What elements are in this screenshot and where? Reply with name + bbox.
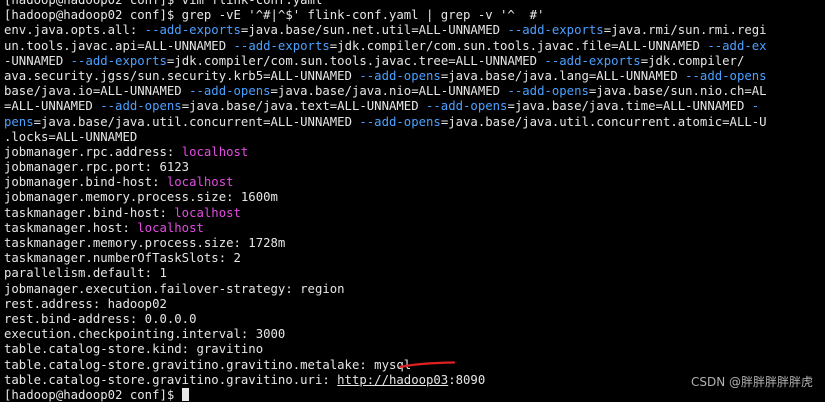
terminal-text: =java.base/java.text=ALL-UNNAMED: [181, 99, 426, 114]
terminal-text: =java.base/java.util.concurrent=ALL-UNNA…: [33, 114, 360, 129]
terminal-line: taskmanager.bind-host: localhost: [4, 206, 825, 221]
terminal-text: table.catalog-store.kind: gravitino: [4, 342, 264, 357]
terminal-line: env.java.opts.all: --add-exports=java.ba…: [4, 23, 825, 38]
terminal-text: taskmanager.numberOfTaskSlots: 2: [4, 251, 241, 266]
terminal-text: =java.rmi/sun.rmi.regi: [603, 23, 767, 38]
terminal-line: jobmanager.bind-host: localhost: [4, 175, 825, 190]
terminal-text: [hadoop@hadoop02 conf]$ grep -vE '^#|^$'…: [4, 8, 545, 23]
terminal-line: -UNNAMED --add-exports=jdk.compiler/com.…: [4, 54, 825, 69]
terminal-text: :8090: [448, 372, 486, 387]
terminal-line: execution.checkpointing.interval: 3000: [4, 327, 825, 342]
terminal-option-flag: --add-opens: [100, 99, 182, 114]
terminal-text: jobmanager.rpc.address:: [4, 144, 182, 159]
terminal-line: taskmanager.host: localhost: [4, 221, 825, 236]
terminal-text: [hadoop@hadoop02 conf]$: [4, 387, 182, 402]
terminal-text: jobmanager.memory.process.size: 1600m: [4, 190, 278, 205]
terminal-text: table.catalog-store.gravitino.gravitino.…: [4, 357, 412, 372]
terminal-text: =java.base/java.util.concurrent.atomic=A…: [440, 114, 767, 129]
terminal-line: =ALL-UNNAMED --add-opens=java.base/java.…: [4, 99, 825, 114]
terminal-text: taskmanager.memory.process.size: 1728m: [4, 236, 286, 250]
csdn-watermark: CSDN @胖胖胖胖胖虎: [690, 374, 813, 389]
terminal-option-flag: --add-opens: [426, 99, 508, 114]
terminal-line: jobmanager.rpc.port: 6123: [4, 160, 825, 175]
terminal-line: base/java.io=ALL-UNNAMED --add-opens=jav…: [4, 84, 825, 99]
terminal-text: taskmanager.bind-host:: [4, 205, 175, 220]
terminal-line: rest.address: hadoop02: [4, 297, 825, 312]
terminal-option-flag: --add-opens: [189, 84, 271, 99]
terminal-line: rest.bind-address: 0.0.0.0: [4, 312, 825, 327]
terminal-text: =java.base/java.time=ALL-UNNAMED: [507, 99, 752, 114]
terminal-option-flag: --add-exports: [70, 53, 167, 68]
terminal-text: =java.base/java.nio=ALL-UNNAMED: [270, 84, 508, 99]
terminal-line: table.catalog-store.kind: gravitino: [4, 342, 825, 357]
terminal-text: =jdk.compiler/com.sun.tools.javac.tree=A…: [166, 53, 545, 68]
terminal-option-flag: pens: [4, 114, 34, 129]
terminal-text: jobmanager.execution.failover-strategy: …: [4, 281, 345, 296]
terminal-text: -UNNAMED: [4, 53, 71, 68]
terminal-line: parallelism.default: 1: [4, 266, 825, 281]
terminal-line: .locks=ALL-UNNAMED: [4, 130, 825, 145]
terminal-text: jobmanager.bind-host:: [4, 175, 167, 190]
terminal-line: [hadoop@hadoop02 conf]$ vim flink-conf.y…: [4, 0, 825, 8]
terminal-text: execution.checkpointing.interval: 3000: [4, 327, 286, 342]
terminal-text: table.catalog-store.gravitino.gravitino.…: [4, 372, 338, 387]
red-underline-annotation: [399, 361, 455, 369]
text-cursor[interactable]: [181, 387, 189, 401]
terminal-text: un.tools.javac.api=ALL-UNNAMED: [4, 38, 234, 53]
terminal-text: jobmanager.rpc.port: 6123: [4, 160, 190, 175]
terminal-option-flag: --add-exports: [544, 53, 641, 68]
terminal-text: =java.base/sun.nio.ch=AL: [588, 84, 767, 99]
terminal-option-flag: --add-opens: [685, 68, 767, 83]
terminal-option-flag: --add-ex: [707, 38, 767, 53]
terminal-url-link[interactable]: http://hadoop03: [337, 373, 448, 387]
terminal-line: jobmanager.memory.process.size: 1600m: [4, 190, 825, 205]
terminal-text: ava.security.jgss/sun.security.krb5=ALL-…: [4, 68, 360, 83]
terminal-host-value: localhost: [166, 175, 234, 190]
terminal-text: base/java.io=ALL-UNNAMED: [4, 84, 190, 99]
terminal-text: =ALL-UNNAMED: [4, 99, 101, 114]
terminal-text: env.java.opts.all:: [4, 23, 145, 38]
terminal-line: jobmanager.execution.failover-strategy: …: [4, 282, 825, 297]
terminal-host-value: localhost: [137, 220, 204, 235]
terminal-text: =java.base/sun.net.util=ALL-UNNAMED: [240, 23, 508, 38]
terminal-output: [hadoop@hadoop02 conf]$ vim flink-conf.y…: [4, 0, 825, 402]
terminal-text: rest.address: hadoop02: [4, 296, 167, 311]
terminal-line: [hadoop@hadoop02 conf]$ grep -vE '^#|^$'…: [4, 8, 825, 23]
terminal-text: taskmanager.host:: [4, 220, 138, 235]
terminal-option-flag: --add-exports: [144, 23, 241, 38]
terminal-host-value: localhost: [181, 144, 249, 159]
terminal-host-value: localhost: [174, 205, 241, 220]
terminal-text: parallelism.default: 1: [4, 266, 167, 281]
terminal-text: .locks=ALL-UNNAMED: [4, 129, 138, 144]
terminal-option-flag: --add-exports: [507, 23, 604, 38]
terminal-text: [hadoop@hadoop02 conf]$ vim flink-conf.y…: [4, 0, 323, 7]
terminal-line: pens=java.base/java.util.concurrent=ALL-…: [4, 115, 825, 130]
terminal-option-flag: --add-exports: [233, 38, 330, 53]
terminal-line: jobmanager.rpc.address: localhost: [4, 145, 825, 160]
terminal-text: rest.bind-address: 0.0.0.0: [4, 311, 197, 326]
terminal-line: taskmanager.memory.process.size: 1728m: [4, 236, 825, 251]
terminal-text: =jdk.compiler/com.sun.tools.javac.file=A…: [329, 38, 708, 53]
terminal-line: ava.security.jgss/sun.security.krb5=ALL-…: [4, 69, 825, 84]
terminal-text: =jdk.compiler/: [640, 53, 745, 68]
terminal-option-flag: --add-opens: [507, 84, 589, 99]
terminal-text: =java.base/java.lang=ALL-UNNAMED: [440, 68, 686, 83]
terminal-option-flag: --add-opens: [359, 114, 441, 129]
terminal-window[interactable]: [hadoop@hadoop02 conf]$ vim flink-conf.y…: [0, 0, 825, 402]
terminal-option-flag: --add-opens: [359, 68, 441, 83]
terminal-option-flag: -: [751, 99, 760, 114]
terminal-line: taskmanager.numberOfTaskSlots: 2: [4, 251, 825, 266]
terminal-line: un.tools.javac.api=ALL-UNNAMED --add-exp…: [4, 39, 825, 54]
